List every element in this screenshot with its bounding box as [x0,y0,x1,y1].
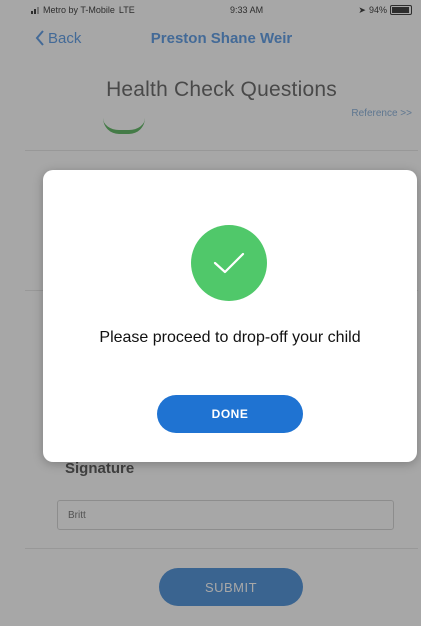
checkmark-icon [191,225,267,301]
dialog-message: Please proceed to drop-off your child [99,329,361,346]
done-button[interactable]: DONE [157,395,303,433]
check-icon [213,252,245,274]
confirmation-dialog: Please proceed to drop-off your child DO… [43,170,417,462]
